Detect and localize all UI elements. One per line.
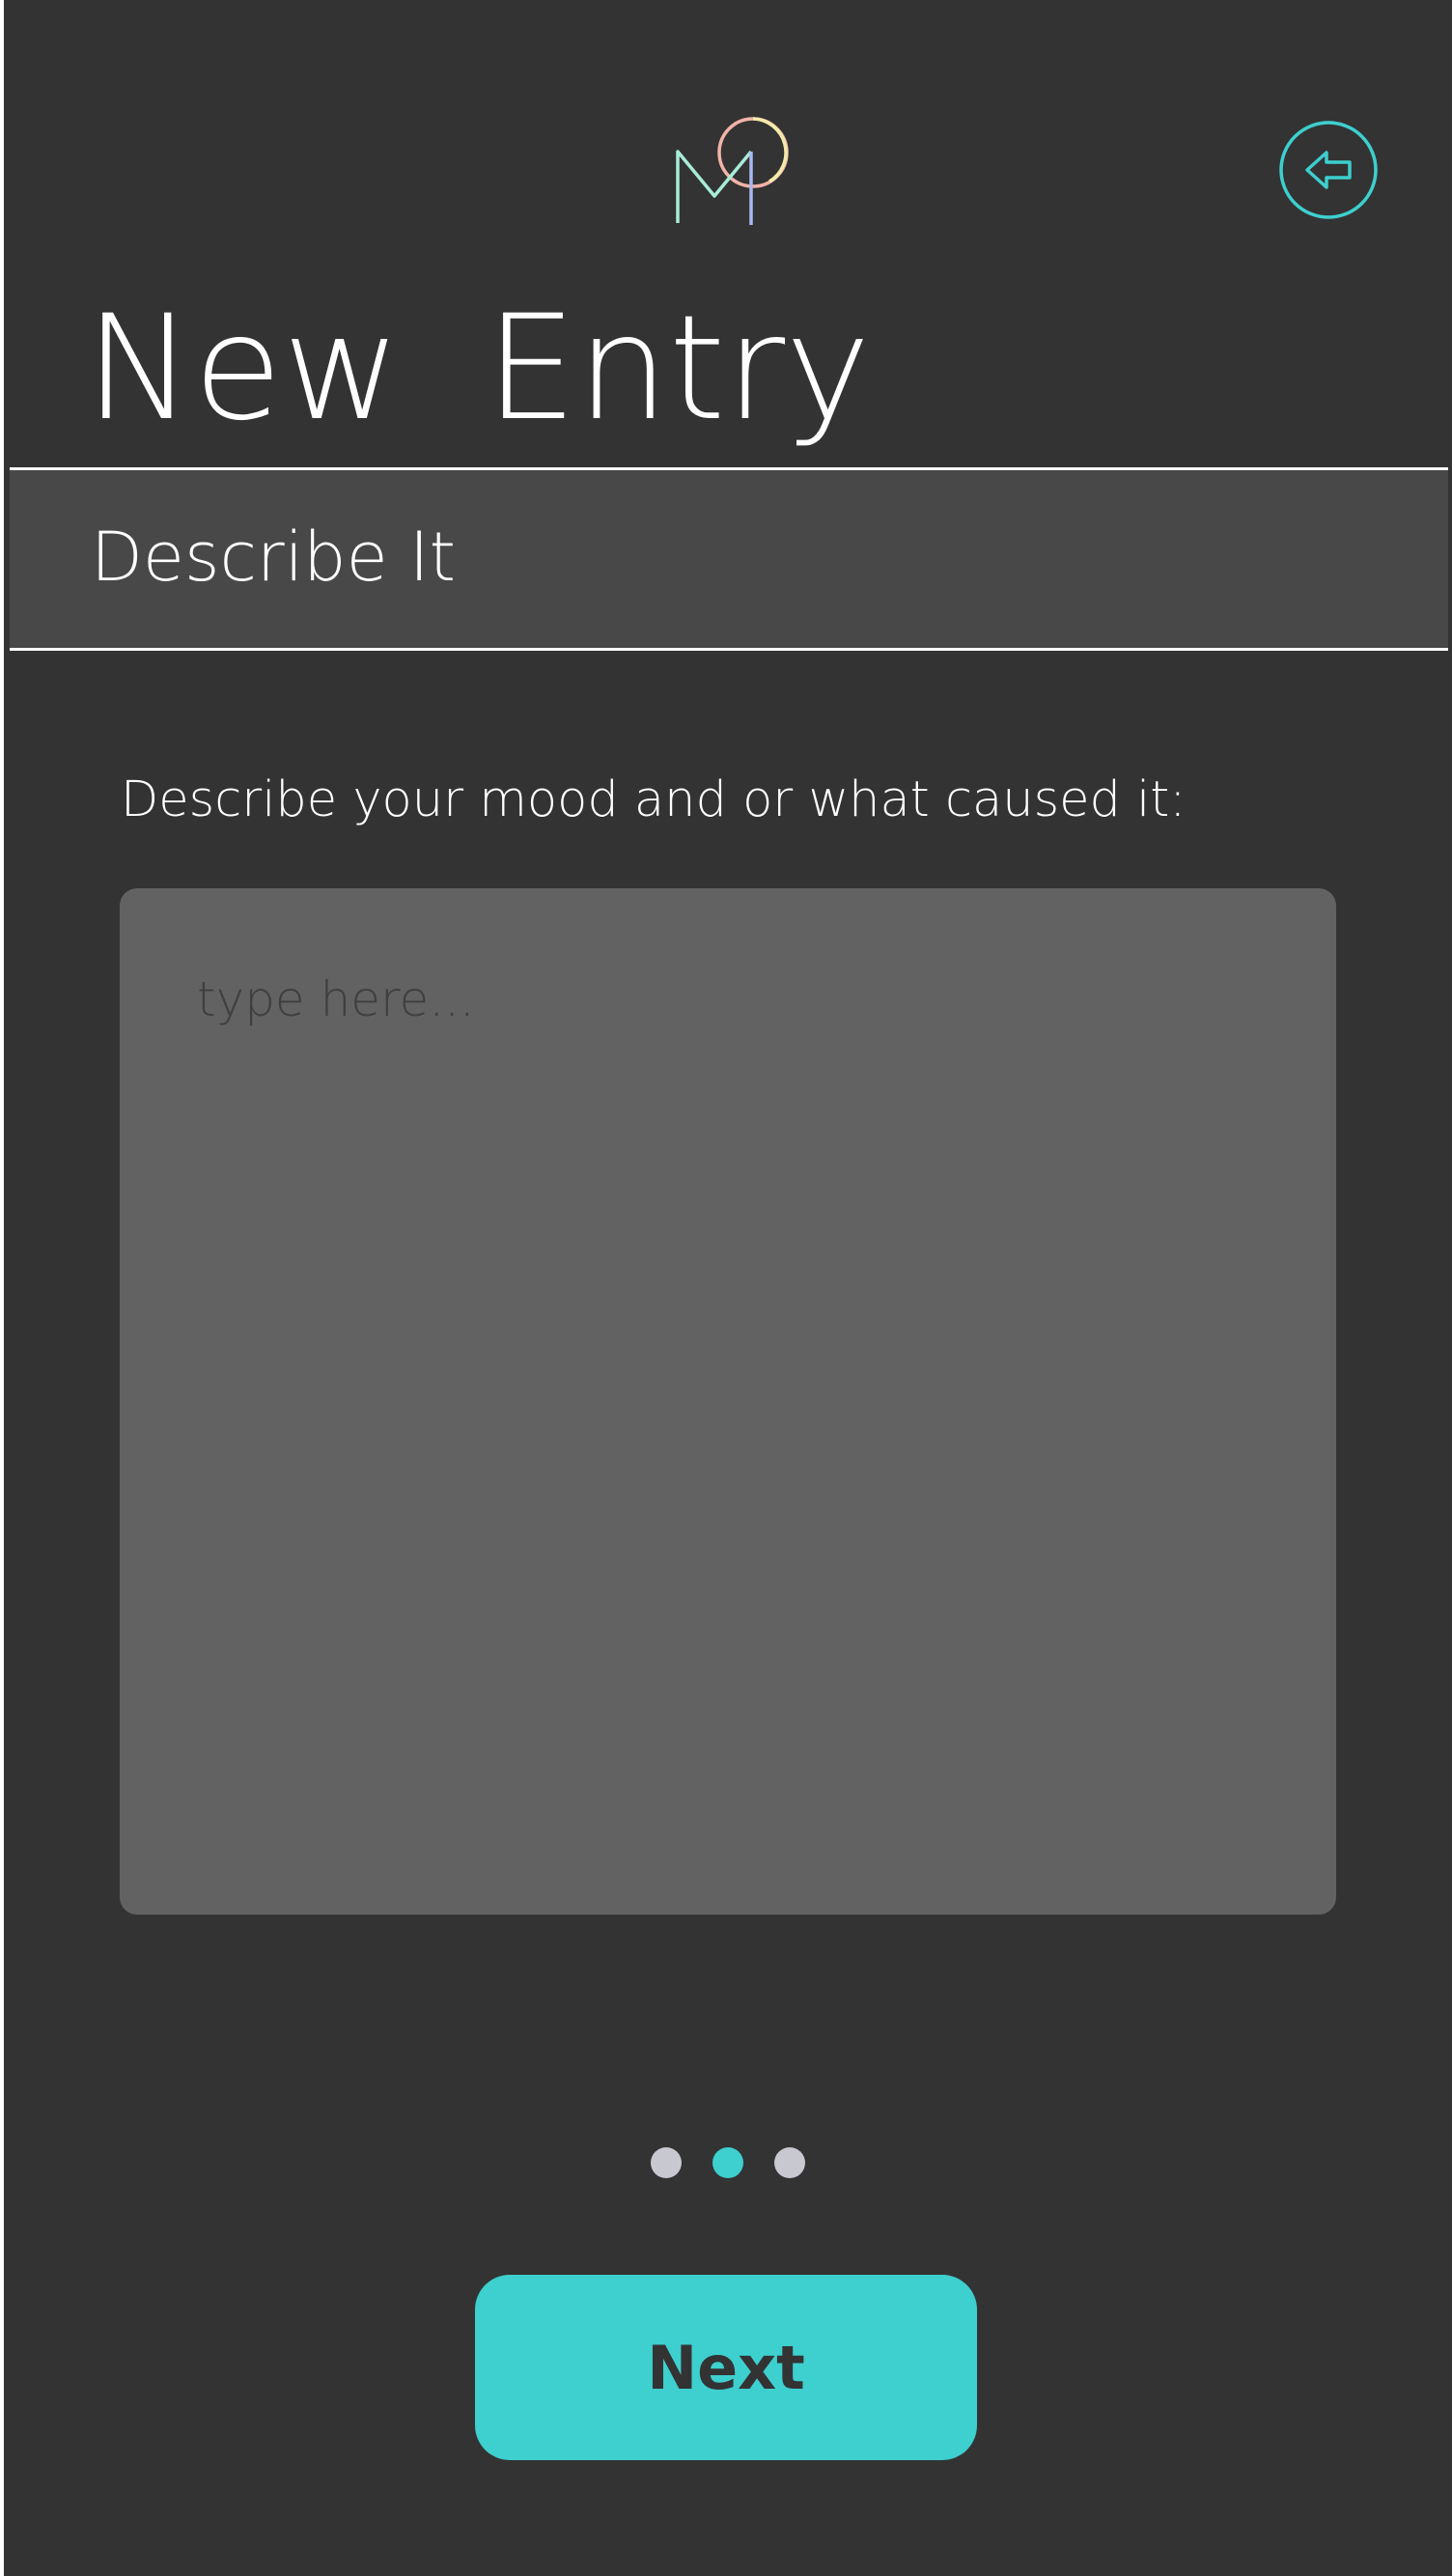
step-dot-1[interactable]: [651, 2147, 682, 2178]
page-title: New Entry: [85, 285, 871, 453]
app-screen: New Entry Describe It Describe your mood…: [4, 0, 1452, 2576]
step-indicator: [651, 2147, 815, 2180]
next-button[interactable]: Next: [475, 2275, 977, 2460]
section-header: Describe It: [10, 467, 1448, 651]
step-dot-3[interactable]: [774, 2147, 805, 2178]
mood-logo-icon: [676, 117, 789, 225]
back-button[interactable]: [1278, 120, 1379, 220]
step-dot-2-active[interactable]: [712, 2147, 743, 2178]
section-title: Describe It: [91, 518, 456, 597]
back-arrow-icon: [1305, 151, 1352, 189]
mood-prompt-label: Describe your mood and or what caused it…: [121, 771, 1187, 828]
mood-description-input[interactable]: [120, 888, 1336, 1915]
